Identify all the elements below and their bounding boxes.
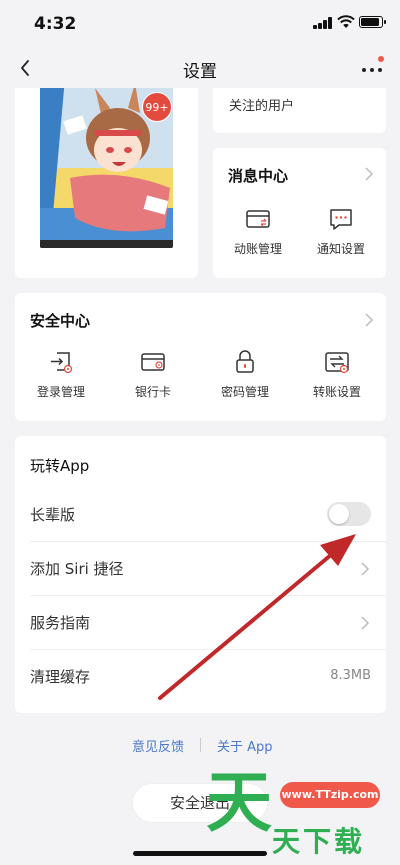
watermark-url: www.TTzip.com [280,782,380,808]
elder-mode-toggle[interactable] [327,502,371,526]
chat-bubble-icon [330,209,352,230]
footer-links: 意见反馈 关于 App [0,736,400,756]
play-app-card: 玩转App 长辈版 添加 Siri 捷径 服务指南 清理缓存 8.3MB [15,436,386,713]
notification-settings-label: 通知设置 [316,242,365,256]
service-guide-label: 服务指南 [30,614,91,632]
about-app-link[interactable]: 关于 App [217,736,273,755]
watermark-char: 天 [206,764,272,841]
settings-content: 99+ 关注的用户 消息中心 动账管理 通知设置 安全中心 登录管理 银行卡 密… [0,88,400,865]
notification-count-badge: 99+ [142,92,172,122]
notification-dot [378,56,384,62]
link-divider [200,738,201,752]
notification-settings-item[interactable]: 通知设置 [301,206,381,257]
service-guide-row[interactable]: 服务指南 [15,596,386,650]
account-change-item[interactable]: 动账管理 [218,206,298,257]
message-center-title: 消息中心 [228,167,289,185]
login-management-item[interactable]: 登录管理 [21,349,101,400]
lock-icon [236,350,254,373]
bank-card-item[interactable]: 银行卡 [113,349,193,400]
login-management-label: 登录管理 [36,385,85,399]
home-indicator [133,851,267,856]
password-management-item[interactable]: 密码管理 [205,349,285,400]
chevron-right-icon [364,167,374,181]
battery-icon [359,16,386,28]
page-title: 设置 [183,62,217,82]
nav-bar: 设置 [0,48,400,88]
siri-shortcut-row[interactable]: 添加 Siri 捷径 [15,542,386,596]
password-management-label: 密码管理 [220,385,269,399]
chevron-right-icon [364,313,374,327]
siri-shortcut-label: 添加 Siri 捷径 [30,560,124,578]
elder-mode-row[interactable]: 长辈版 [15,488,386,542]
transfer-settings-item[interactable]: 转账设置 [297,349,377,400]
watermark-text: 天下载 [272,825,366,858]
transfer-icon [325,352,349,374]
status-bar: 4:32 [0,0,400,48]
chevron-right-icon [360,616,370,630]
login-icon [51,352,73,374]
security-center-title: 安全中心 [30,312,91,330]
bank-card-label: 银行卡 [134,385,171,399]
status-time: 4:32 [34,14,77,34]
cache-size-value: 8.3MB [330,668,371,683]
clear-cache-label: 清理缓存 [30,668,91,686]
clear-cache-row[interactable]: 清理缓存 8.3MB [15,650,386,704]
chevron-right-icon [360,562,370,576]
followed-users-card[interactable]: 关注的用户 [213,88,386,133]
feedback-link[interactable]: 意见反馈 [132,736,184,755]
account-change-label: 动账管理 [233,242,282,256]
toggle-knob [329,504,349,524]
elder-mode-label: 长辈版 [30,506,76,524]
transfer-settings-label: 转账设置 [312,385,361,399]
bank-card-icon [141,353,165,371]
cellular-signal-icon [313,17,333,29]
card-transfer-icon [246,210,270,228]
followed-users-label: 关注的用户 [229,99,295,114]
security-center-card[interactable]: 安全中心 登录管理 银行卡 密码管理 转账设置 [15,293,386,421]
play-app-title: 玩转App [30,457,90,475]
wifi-icon [337,15,355,28]
avatar-card[interactable]: 99+ [15,88,198,278]
message-center-card[interactable]: 消息中心 动账管理 通知设置 [213,148,386,278]
